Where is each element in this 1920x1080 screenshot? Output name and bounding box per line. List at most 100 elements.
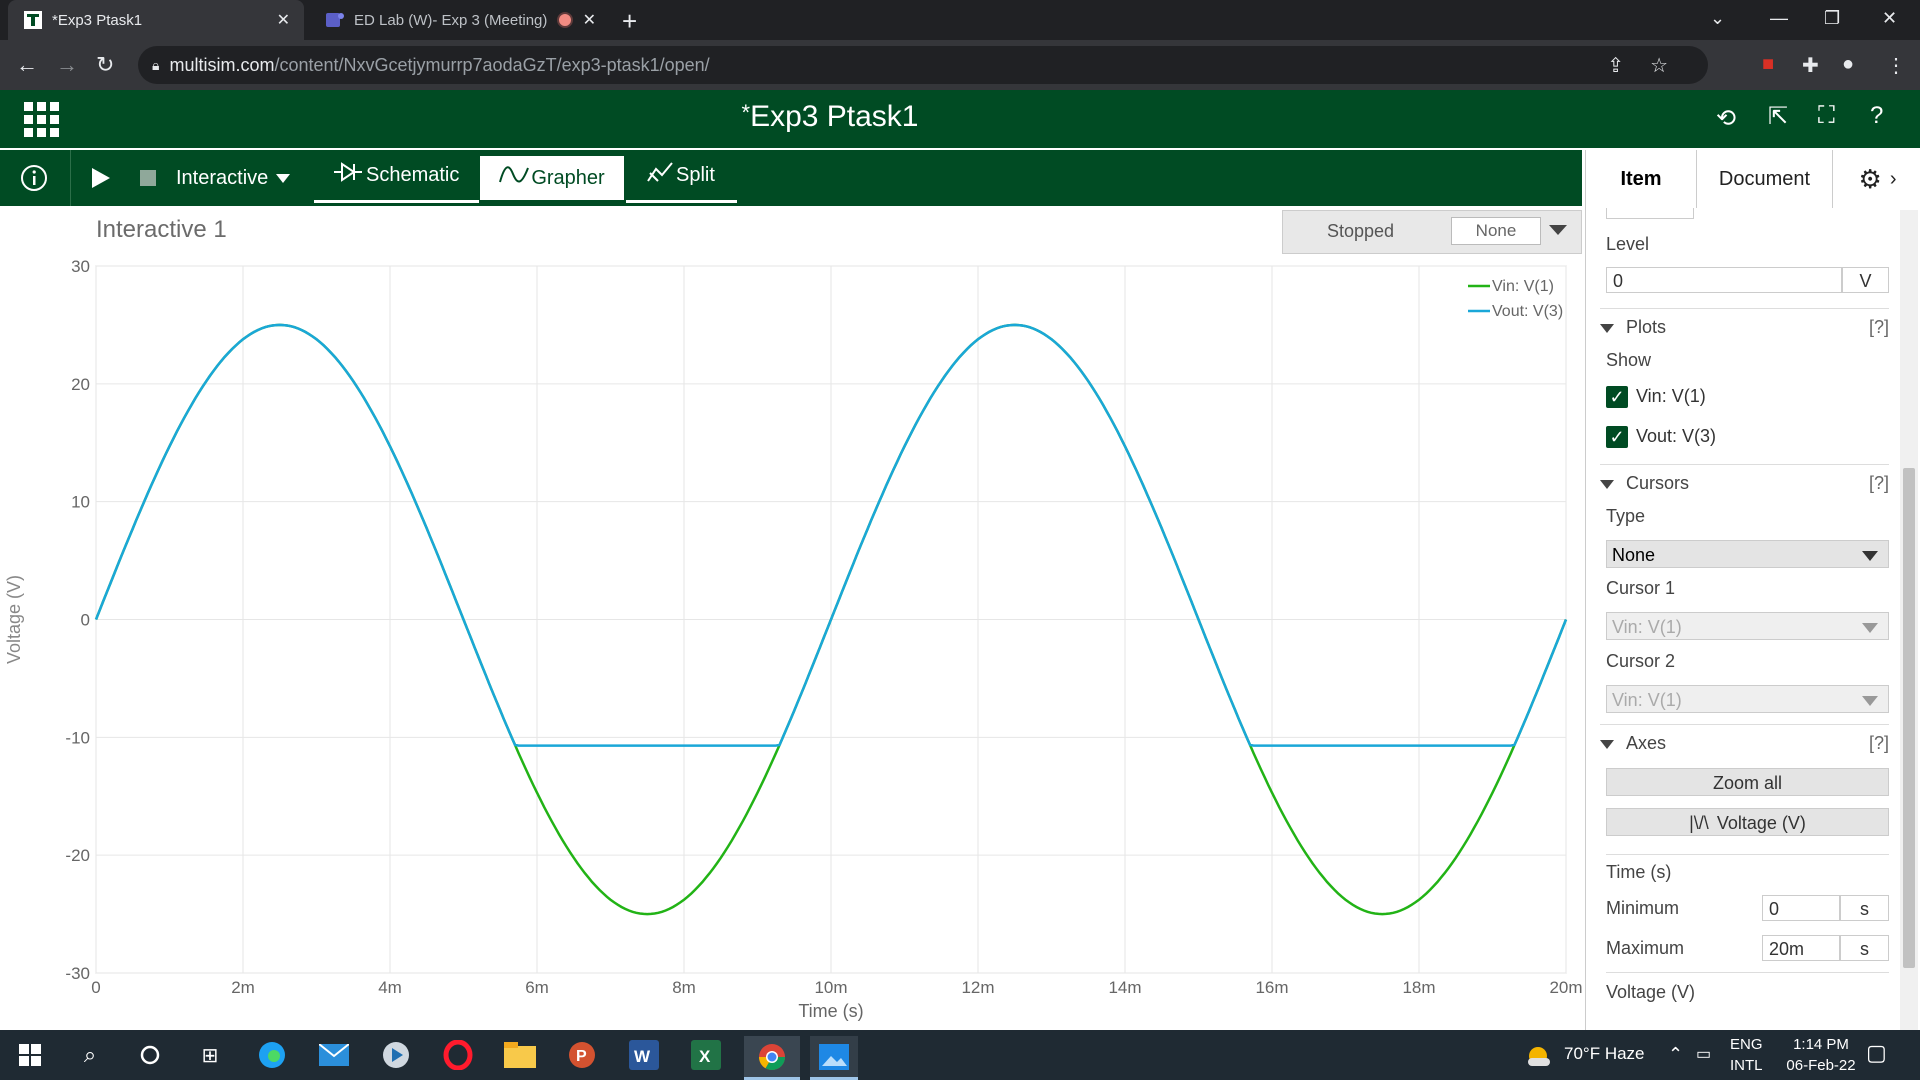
plots-title: Plots — [1626, 317, 1667, 337]
browser-menu-icon[interactable]: ⋮ — [1886, 53, 1906, 78]
svg-text:P: P — [576, 1048, 587, 1065]
weather-icon[interactable] — [1526, 1042, 1552, 1068]
info-icon[interactable] — [20, 150, 48, 206]
media-app-icon[interactable] — [376, 1036, 416, 1074]
share-icon[interactable]: ⇪ — [1607, 53, 1624, 78]
minimize-icon[interactable]: — — [1770, 8, 1788, 29]
mail-icon[interactable] — [314, 1036, 354, 1074]
level-input[interactable]: 0 — [1606, 267, 1842, 293]
simulation-settings-icon[interactable]: ⟲ — [1716, 104, 1736, 133]
mode-dropdown[interactable]: Interactive — [176, 150, 291, 206]
cursors-section-header[interactable]: Cursors [?] — [1600, 464, 1889, 494]
browser-tab[interactable]: ED Lab (W)- Exp 3 (Meeting) ✕ — [310, 0, 610, 40]
cursor2-label: Cursor 2 — [1606, 651, 1676, 671]
back-icon[interactable]: ← — [16, 52, 38, 78]
stop-icon[interactable] — [140, 150, 156, 206]
axes-help-link[interactable]: [?] — [1869, 733, 1889, 754]
zoom-all-button[interactable]: Zoom all — [1606, 768, 1889, 796]
play-icon[interactable] — [92, 150, 110, 206]
plots-help-link[interactable]: [?] — [1869, 317, 1889, 338]
x-tick-label: 2m — [231, 978, 255, 997]
legend-label: Vin: V(1) — [1492, 278, 1554, 295]
browser-tab-title: ED Lab (W)- Exp 3 (Meeting) — [354, 11, 548, 29]
cursors-help-link[interactable]: [?] — [1869, 473, 1889, 494]
tab-split[interactable]: Split — [626, 150, 737, 203]
photos-icon[interactable] — [810, 1036, 858, 1080]
close-tab-icon[interactable]: ✕ — [583, 10, 596, 30]
y-axis-label: Voltage (V) — [4, 575, 24, 664]
keyboard-label: INTL — [1730, 1057, 1763, 1074]
cursor-type-label: Type — [1606, 506, 1646, 526]
cortana-icon[interactable] — [130, 1036, 170, 1074]
puzzle-extensions-icon[interactable]: ✚ — [1802, 53, 1819, 78]
axes-title: Axes — [1626, 733, 1667, 753]
profile-avatar-icon[interactable]: ● — [1842, 53, 1854, 76]
address-bar[interactable]: 🔒︎ multisim.com/content/NxvGcetjymurrp7a… — [138, 46, 1708, 84]
notifications-icon[interactable]: ▢ — [1866, 1040, 1887, 1066]
close-window-icon[interactable]: ✕ — [1882, 8, 1897, 29]
divider — [1606, 972, 1889, 973]
waveform-icon — [499, 164, 530, 192]
browser-tab-active[interactable]: *Exp3 Ptask1 ✕ — [8, 0, 304, 40]
fullscreen-icon[interactable]: ⛶ — [1818, 102, 1835, 130]
close-tab-icon[interactable]: ✕ — [277, 10, 290, 30]
chevron-up-icon[interactable]: ⌃ — [1668, 1044, 1683, 1065]
word-icon[interactable]: W — [624, 1036, 664, 1074]
windows-start-icon[interactable] — [10, 1036, 50, 1074]
new-tab-icon[interactable]: + — [622, 6, 637, 37]
cursor-type-select[interactable]: None — [1606, 540, 1889, 568]
weather-text[interactable]: 70°F Haze — [1564, 1044, 1645, 1064]
task-view-icon[interactable]: ⊞ — [190, 1036, 230, 1074]
panel-tabs: Item Document ⚙ › — [1586, 150, 1920, 208]
y-tick-label: 10 — [71, 493, 90, 512]
cursor1-select[interactable]: Vin: V(1) — [1606, 612, 1889, 640]
open-external-icon[interactable]: ⇱ — [1768, 102, 1788, 131]
document-title: Exp3 Ptask1 — [750, 100, 919, 133]
x-tick-label: 0 — [91, 978, 100, 997]
clock-date: 06-Feb-22 — [1786, 1057, 1856, 1074]
plot-vin-checkbox[interactable]: ✓ — [1606, 386, 1628, 408]
help-icon[interactable]: ? — [1870, 102, 1883, 130]
cursor1-label: Cursor 1 — [1606, 578, 1676, 598]
time-min-input[interactable]: 0 — [1762, 895, 1840, 921]
scrollbar-thumb[interactable] — [1903, 468, 1915, 968]
time-max-input[interactable]: 20m — [1762, 935, 1840, 961]
plot-vout-checkbox[interactable]: ✓ — [1606, 426, 1628, 448]
voltage-time-chart[interactable]: 0 2m 4m 6m 8m 10m 12m 14m 16m 18m 20m 30 20 10 0 -10 -20… — [0, 206, 1582, 1030]
extension-icon[interactable]: ■ — [1762, 53, 1774, 76]
tab-document[interactable]: Document — [1696, 150, 1832, 208]
plots-section-header[interactable]: Plots [?] — [1600, 308, 1889, 338]
x-tick-label: 4m — [378, 978, 402, 997]
tab-grapher[interactable]: Grapher — [480, 156, 624, 200]
opera-icon[interactable] — [438, 1036, 478, 1074]
axes-section-header[interactable]: Axes [?] — [1600, 724, 1889, 754]
legend-label: Vout: V(3) — [1492, 303, 1563, 320]
panel-scrollbar[interactable] — [1900, 210, 1918, 1030]
tab-search-icon[interactable]: ⌄ — [1710, 8, 1725, 29]
reload-icon[interactable]: ↻ — [96, 52, 114, 78]
bookmark-star-icon[interactable]: ☆ — [1650, 53, 1668, 78]
edge-icon[interactable] — [252, 1036, 292, 1074]
y-tick-label: 20 — [71, 375, 90, 394]
search-icon[interactable]: ⌕ — [70, 1036, 110, 1074]
time-max-unit: s — [1840, 935, 1889, 961]
caret-down-icon — [276, 173, 291, 183]
tab-schematic[interactable]: Schematic — [314, 150, 480, 203]
powerpoint-icon[interactable]: P — [562, 1036, 602, 1074]
battery-icon[interactable]: ▭ — [1696, 1044, 1711, 1064]
excel-icon[interactable]: X — [686, 1036, 726, 1074]
cursor2-select[interactable]: Vin: V(1) — [1606, 685, 1889, 713]
windows-taskbar: ⌕ ⊞ P W X 70°F Haze ⌃ ▭ ENG INTL 1:14 PM 0… — [0, 1030, 1920, 1080]
restore-icon[interactable]: ❐ — [1824, 8, 1840, 29]
caret-down-icon — [1862, 551, 1878, 561]
chrome-icon[interactable] — [744, 1036, 800, 1080]
clock[interactable]: 1:14 PM 06-Feb-22 — [1776, 1036, 1866, 1074]
language-indicator[interactable]: ENG INTL — [1730, 1036, 1763, 1074]
tab-item[interactable]: Item — [1586, 150, 1696, 208]
file-explorer-icon[interactable] — [500, 1036, 540, 1074]
x-tick-label: 8m — [672, 978, 696, 997]
collapse-triangle-icon — [1600, 479, 1614, 489]
voltage-axis-button[interactable]: |\/\ Voltage (V) — [1606, 808, 1889, 836]
forward-icon[interactable]: → — [56, 52, 78, 78]
settings-gear-icon[interactable]: ⚙ › — [1832, 150, 1920, 208]
